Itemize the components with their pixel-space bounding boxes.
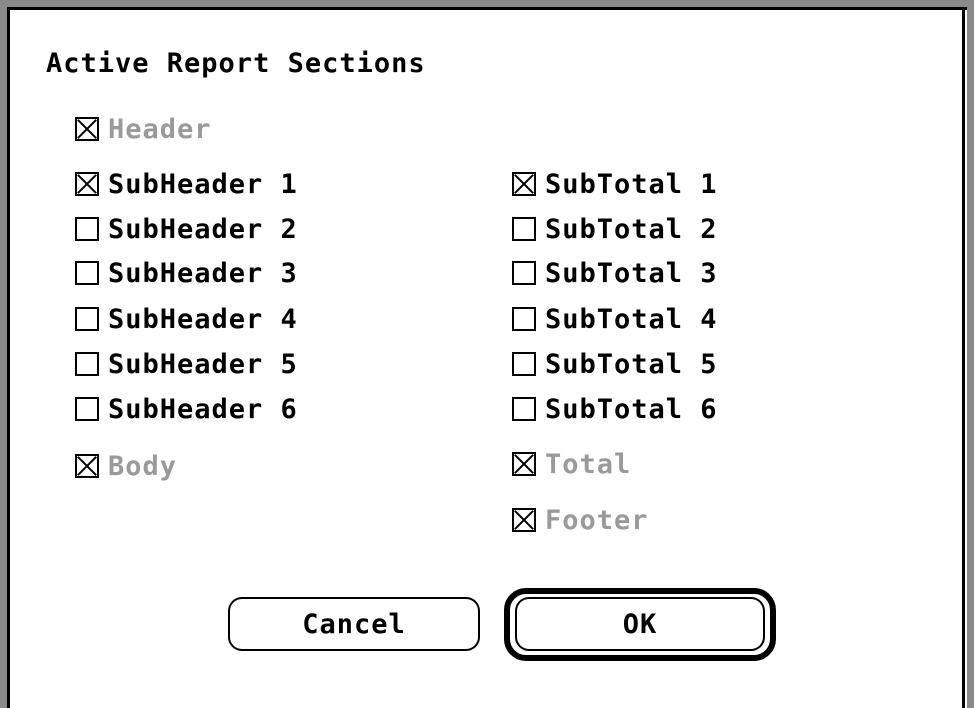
checkbox-footer[interactable]: Footer (512, 503, 649, 537)
checkbox-box[interactable] (512, 261, 536, 285)
checkbox-box[interactable] (75, 454, 99, 478)
checkbox-label: SubTotal 5 (545, 348, 718, 380)
checkbox-subtotal-5[interactable]: SubTotal 5 (512, 347, 718, 381)
checkbox-box[interactable] (75, 172, 99, 196)
checkbox-label: SubHeader 6 (108, 393, 298, 425)
checkbox-subheader-5[interactable]: SubHeader 5 (75, 347, 298, 381)
checkbox-total[interactable]: Total (512, 447, 631, 481)
checkbox-box[interactable] (75, 217, 99, 241)
checkbox-box[interactable] (75, 307, 99, 331)
checkbox-header[interactable]: Header (75, 112, 212, 146)
checkbox-box[interactable] (512, 307, 536, 331)
checkbox-box[interactable] (512, 352, 536, 376)
frame-right-edge (967, 0, 974, 708)
checkbox-subtotal-3[interactable]: SubTotal 3 (512, 256, 718, 290)
frame-right-border (962, 7, 965, 708)
checkbox-label: SubTotal 4 (545, 303, 718, 335)
checkbox-box[interactable] (512, 397, 536, 421)
checkbox-body[interactable]: Body (75, 449, 177, 483)
checkbox-subheader-2[interactable]: SubHeader 2 (75, 212, 298, 246)
checkbox-label: SubHeader 1 (108, 168, 298, 200)
checkbox-label: SubHeader 5 (108, 348, 298, 380)
frame-top-border (7, 7, 967, 10)
checkbox-box[interactable] (75, 261, 99, 285)
checkbox-label: SubTotal 2 (545, 213, 718, 245)
checkbox-subtotal-2[interactable]: SubTotal 2 (512, 212, 718, 246)
frame-left-border (7, 7, 10, 708)
checkbox-label: SubHeader 2 (108, 213, 298, 245)
ok-button[interactable]: OK (515, 597, 765, 651)
checkbox-label: Header (108, 113, 212, 145)
frame-top-edge (7, 0, 967, 7)
checkbox-box[interactable] (75, 397, 99, 421)
checkbox-box[interactable] (75, 352, 99, 376)
checkbox-label: SubTotal 6 (545, 393, 718, 425)
checkbox-label: Footer (545, 504, 649, 536)
checkbox-box[interactable] (512, 217, 536, 241)
report-sections-dialog: Active Report Sections Header SubHeader … (0, 0, 974, 708)
frame-left-edge (0, 0, 7, 708)
checkbox-subtotal-1[interactable]: SubTotal 1 (512, 167, 718, 201)
checkbox-subheader-4[interactable]: SubHeader 4 (75, 302, 298, 336)
checkbox-label: SubHeader 3 (108, 257, 298, 289)
checkbox-box[interactable] (512, 172, 536, 196)
checkbox-subheader-6[interactable]: SubHeader 6 (75, 392, 298, 426)
checkbox-label: SubHeader 4 (108, 303, 298, 335)
dialog-title: Active Report Sections (46, 48, 426, 79)
checkbox-box[interactable] (512, 452, 536, 476)
checkbox-box[interactable] (512, 508, 536, 532)
checkbox-subheader-1[interactable]: SubHeader 1 (75, 167, 298, 201)
checkbox-label: Body (108, 450, 178, 482)
cancel-button[interactable]: Cancel (228, 597, 480, 651)
checkbox-label: SubTotal 3 (545, 257, 718, 289)
checkbox-label: Total (545, 448, 632, 480)
checkbox-box[interactable] (75, 117, 99, 141)
checkbox-subtotal-6[interactable]: SubTotal 6 (512, 392, 718, 426)
checkbox-subheader-3[interactable]: SubHeader 3 (75, 256, 298, 290)
checkbox-label: SubTotal 1 (545, 168, 718, 200)
checkbox-subtotal-4[interactable]: SubTotal 4 (512, 302, 718, 336)
